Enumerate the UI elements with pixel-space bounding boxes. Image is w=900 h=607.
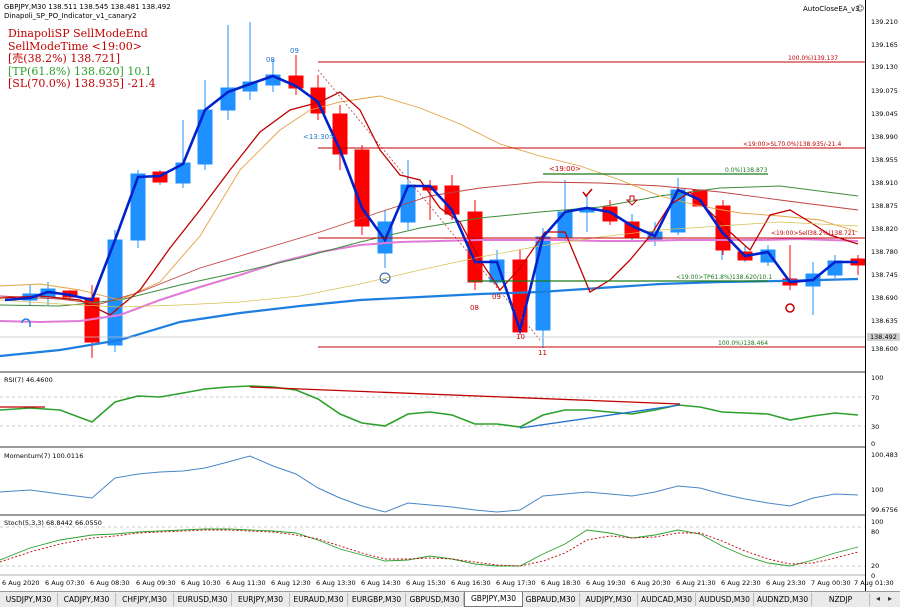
price-tick: 139.165 [871,41,898,49]
level-tp-label: <19:00>TP61.8%)138.620/10.1 [676,274,773,281]
price-tick: 139.045 [871,110,898,118]
price-tick: 138.820 [871,225,898,233]
rsi-title: RSI(7) 46.4600 [4,376,53,384]
time-label: 6 Aug 07:30 [45,579,85,587]
time-label: 6 Aug 10:30 [181,579,221,587]
time-label: 6 Aug 2020 [2,579,40,587]
time-label: 6 Aug 12:30 [271,579,311,587]
up-arrow-marker [21,318,31,327]
time-label: 6 Aug 19:30 [586,579,626,587]
price-tick: 138.690 [871,294,898,302]
tab-eurusd[interactable]: EURUSD,M30 [174,593,232,606]
momentum-tick: 99.6756 [871,506,898,514]
price-tick: 138.955 [871,156,898,164]
price-axis[interactable]: 139.210 139.165 139.130 139.075 139.045 … [865,0,900,606]
price-tick: 139.210 [871,18,898,26]
time-label: 6 Aug 08:30 [90,579,130,587]
time-label: 6 Aug 22:30 [721,579,761,587]
rsi-tick: 70 [871,394,880,402]
tab-gbpaud[interactable]: GBPAUD,M30 [522,593,580,606]
tab-gbpjpy[interactable]: GBPJPY,M30 [464,592,523,607]
swing-label-f: 11 [538,349,547,357]
tab-audjpy[interactable]: AUDJPY,M30 [580,593,638,606]
rsi-blue-trendline [519,404,681,429]
current-price-tag: 138.492 [867,333,900,341]
time-label: 6 Aug 13:30 [316,579,356,587]
ma-orange-line [0,95,859,301]
level-sell-label: <19:00>Sell38.2%)138.721 [771,230,856,237]
stoch-title: Stoch(5,3,3) 68.8442 66.0550 [4,519,102,527]
time-label: 7 Aug 01:30 [854,579,894,587]
status-line-1: DinapoliSP SellModeEnd [8,27,148,40]
time-label: 6 Aug 20:30 [631,579,671,587]
price-tick: 138.780 [871,248,898,256]
time-label: 6 Aug 11:30 [226,579,266,587]
exit-circle-marker [785,303,795,313]
price-tick: 138.910 [871,179,898,187]
tab-gbpusd[interactable]: GBPUSD,M30 [406,593,464,606]
stoch-signal-line [0,529,859,567]
stoch-tick: 100 [871,518,884,526]
rsi-tick: 0 [871,440,876,448]
stoch-tick: 20 [871,562,880,570]
time-label: 6 Aug 16:30 [451,579,491,587]
momentum-tick: 100.483 [871,451,898,459]
status-line-3: [売(38.2%) 138.721] [8,52,121,65]
momentum-line [0,455,859,513]
rsi-tick: 100 [871,374,884,382]
tab-scroll-right-button[interactable]: ▸ [888,594,892,603]
price-tick: 138.875 [871,202,898,210]
price-tick: 138.990 [871,133,898,141]
tab-audcad[interactable]: AUDCAD,M30 [638,593,696,606]
status-line-5: [SL(70.0%) 138.935] -21.4 [8,77,156,90]
price-tick: 138.745 [871,271,898,279]
strategy-status-panel: DinapoliSP SellModeEnd SellModeTime <19:… [8,27,156,91]
time-label: 6 Aug 09:30 [136,579,176,587]
level-sl-label: <19:00>SL70.0%)138.935/-21.4 [743,141,842,148]
price-tick: 139.075 [871,87,898,95]
time-label: 6 Aug 18:30 [541,579,581,587]
time-label: 7 Aug 00:30 [811,579,851,587]
swing-label-b: 09 [290,47,299,55]
swing-label-a: 08 [266,56,275,64]
time-tag2-label: <13:30> [303,133,335,141]
swing-label-c: 08 [470,304,479,312]
tab-usdjpy[interactable]: USDJPY,M30 [0,593,58,606]
rsi-line [0,385,859,428]
time-label: 6 Aug 21:30 [676,579,716,587]
swing-label-d: 09 [492,293,501,301]
symbol-tab-bar: USDJPY,M30 CADJPY,M30 CHFJPY,M30 EURUSD,… [0,591,900,607]
time-label: 6 Aug 17:30 [496,579,536,587]
level-zero-label: 0.0%)138.873 [725,167,768,174]
tab-scroll-left-button[interactable]: ◂ [876,594,880,603]
level-100-bottom-label: 100.0%)138.464 [718,340,769,347]
tab-chfjpy[interactable]: CHFJPY,M30 [116,593,174,606]
time-label: 6 Aug 23:30 [766,579,806,587]
tab-eurjpy[interactable]: EURJPY,M30 [232,593,290,606]
swing-label-e: 10 [516,333,525,341]
rsi-red-trendline [249,386,681,405]
tab-eurgbp[interactable]: EURGBP,M30 [348,593,406,606]
down-arrow-marker [625,195,639,206]
stoch-tick: 80 [871,528,880,536]
tab-euraud[interactable]: EURAUD,M30 [290,593,348,606]
check-marker [582,188,593,198]
tab-audusd[interactable]: AUDUSD,M30 [696,593,754,606]
tab-cadjpy[interactable]: CADJPY,M30 [58,593,116,606]
time-tag-label: <19:00> [549,165,581,173]
time-label: 6 Aug 15:30 [406,579,446,587]
momentum-title: Momentum(7) 100.0116 [4,452,84,460]
tab-nzdjpy[interactable]: NZDJP [812,593,870,606]
rsi-tick: 30 [871,423,880,431]
projection-dotted-line [317,69,541,341]
price-tick: 138.635 [871,317,898,325]
price-tick: 138.600 [871,345,898,353]
price-tick: 139.130 [871,63,898,71]
tab-audnzd[interactable]: AUDNZD,M30 [754,593,812,606]
time-label: 6 Aug 14:30 [361,579,401,587]
momentum-tick: 100 [871,486,884,494]
level-100-top-label: 100.0%)139.137 [788,55,839,62]
